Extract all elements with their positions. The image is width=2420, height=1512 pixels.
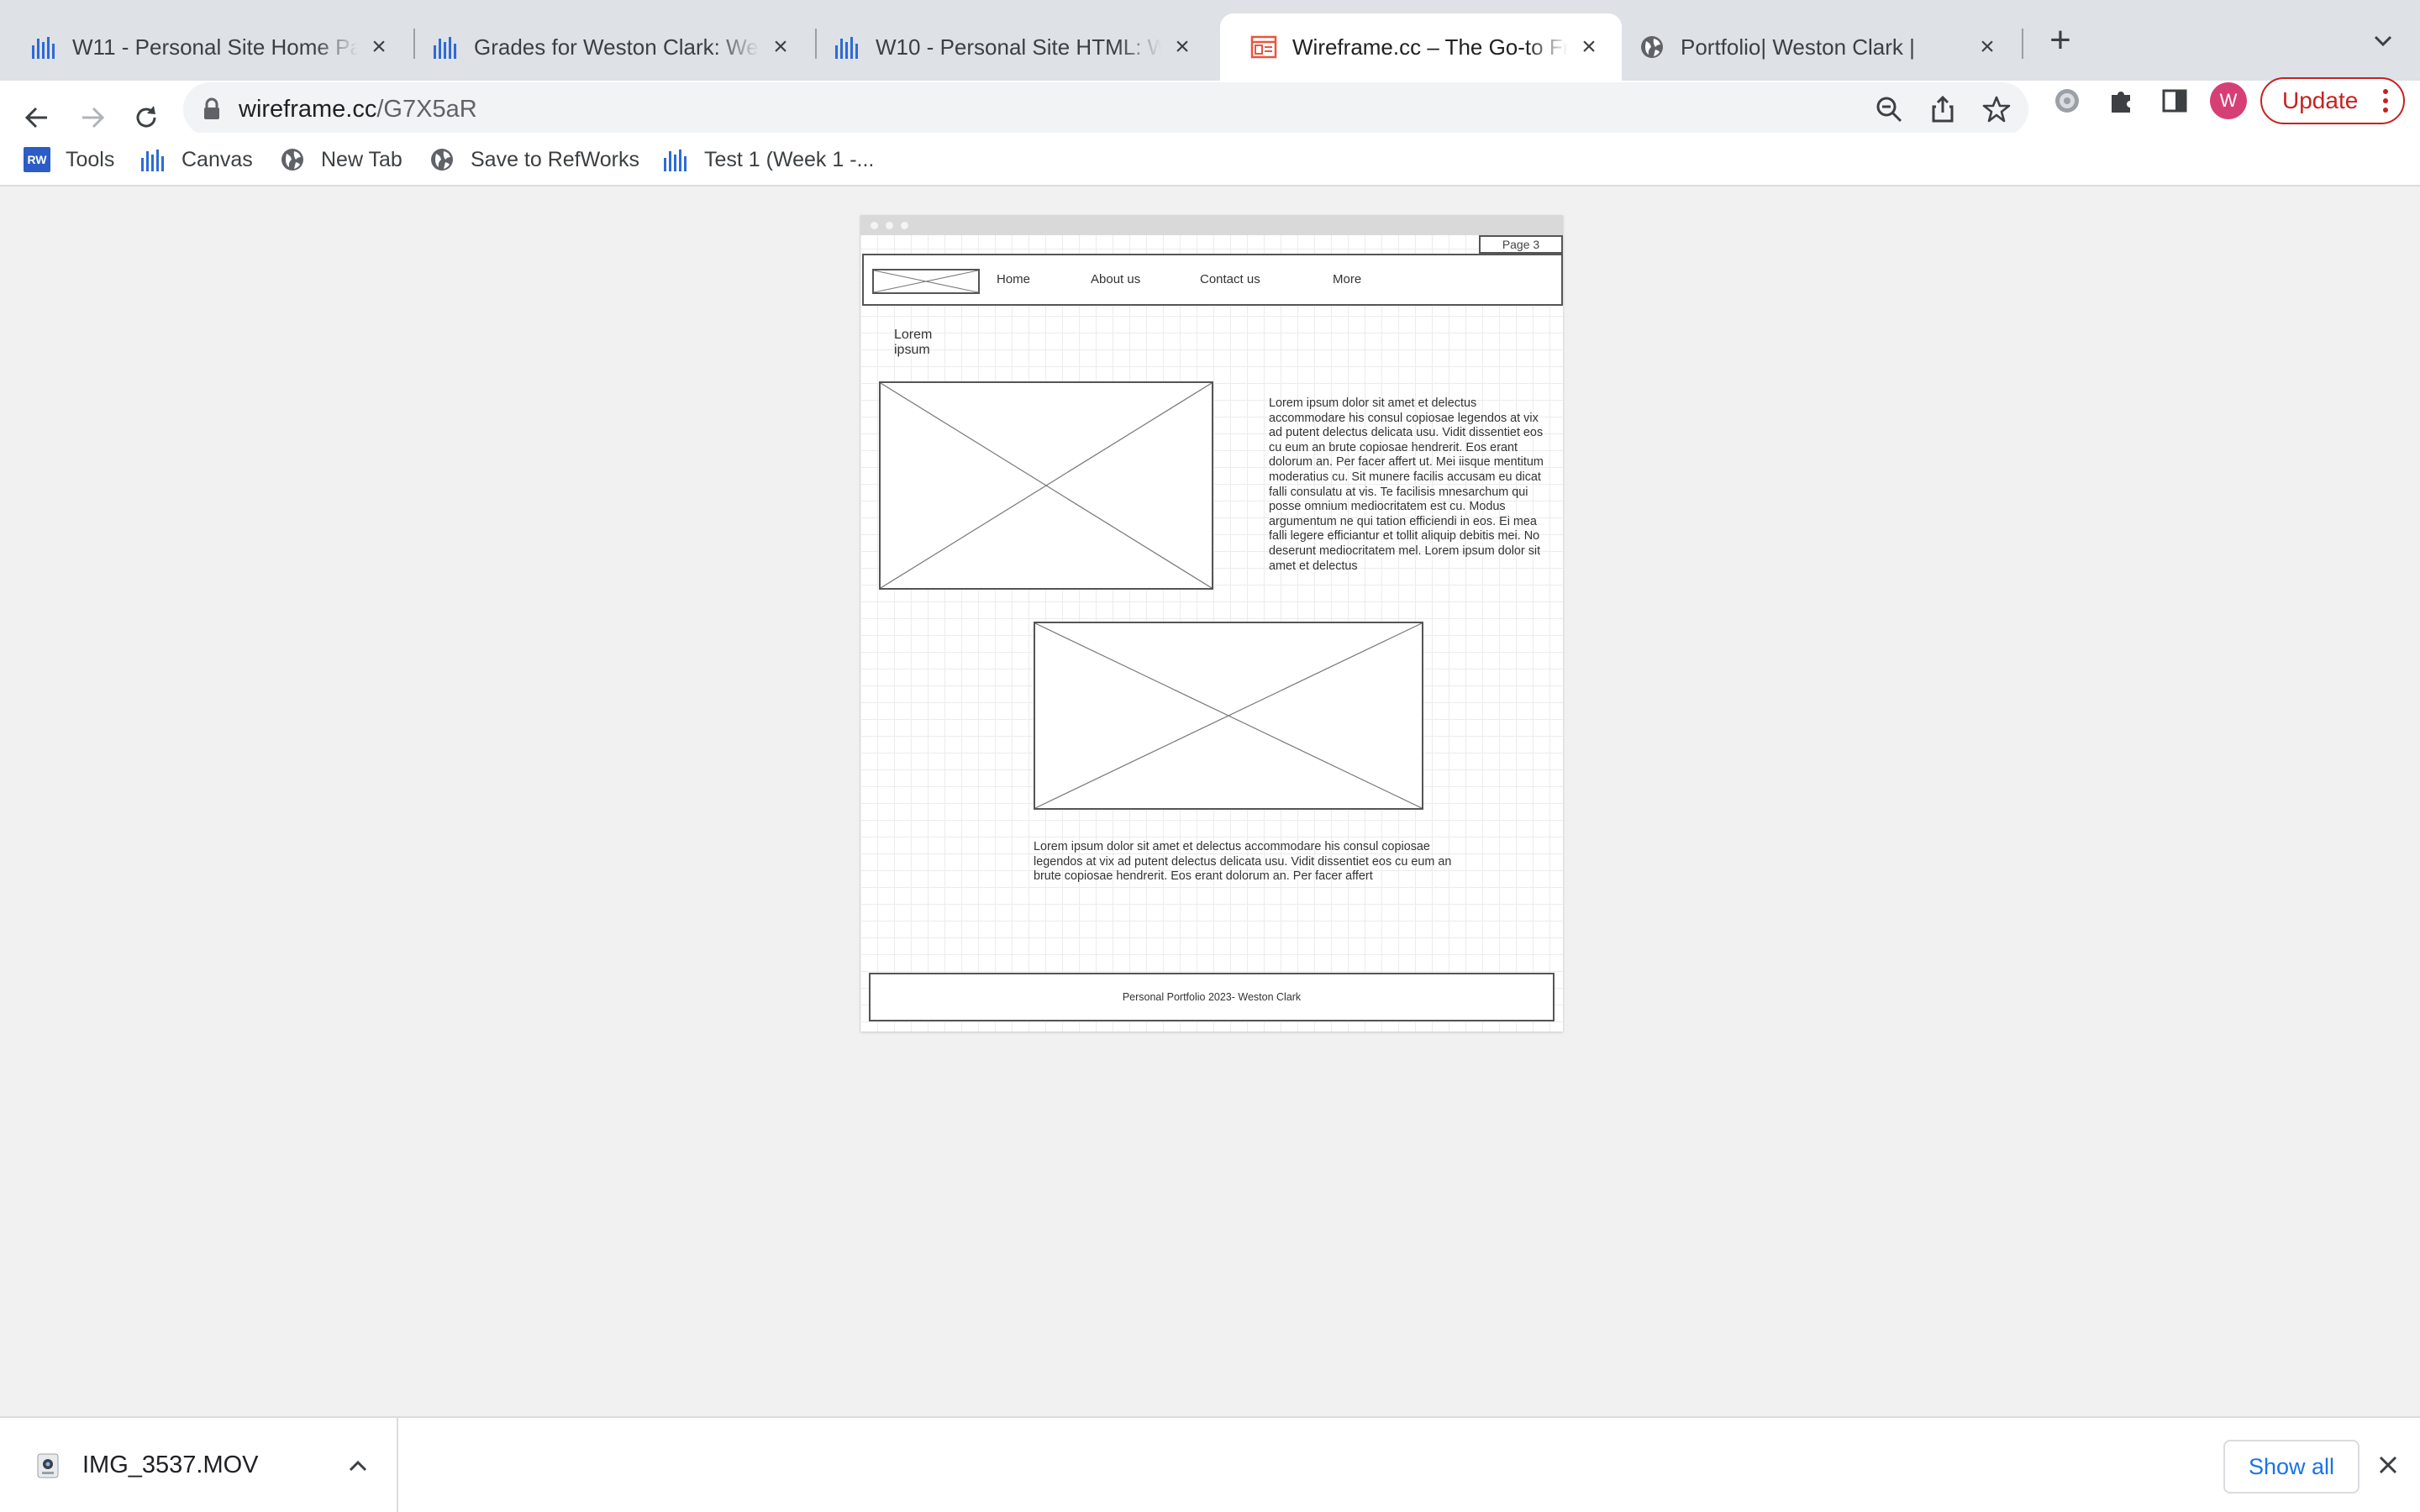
extensions-puzzle-icon[interactable] xyxy=(2104,84,2138,118)
video-file-icon xyxy=(37,1453,59,1478)
tab-title: W11 - Personal Site Home Page xyxy=(72,34,358,60)
reload-icon[interactable] xyxy=(126,97,166,138)
extension-gear-icon[interactable] xyxy=(2050,84,2084,118)
bookmark-new-tab[interactable]: New Tab xyxy=(279,144,402,175)
canvas-icon xyxy=(432,34,459,60)
wireframe-icon xyxy=(1250,34,1277,60)
globe-icon xyxy=(1639,34,1665,60)
bookmark-label: Test 1 (Week 1 -... xyxy=(704,147,875,171)
tab-w11[interactable]: W11 - Personal Site Home Page × xyxy=(0,13,412,81)
canvas-icon xyxy=(834,34,860,60)
canvas-icon xyxy=(30,34,57,60)
lock-icon[interactable] xyxy=(202,97,222,121)
tab-portfolio[interactable]: Portfolio| Weston Clark | × xyxy=(1608,13,2020,81)
tab-title: W10 - Personal Site HTML: Wireframe xyxy=(876,34,1161,60)
update-label: Update xyxy=(2282,87,2359,113)
tab-title: Portfolio| Weston Clark | xyxy=(1681,34,1915,60)
globe-icon xyxy=(279,146,306,173)
window-dot xyxy=(886,222,893,229)
tab-title: Grades for Weston Clark: Web Development xyxy=(474,34,760,60)
close-icon[interactable] xyxy=(2376,1453,2400,1477)
bookmark-label: Save to RefWorks xyxy=(471,147,640,171)
bookmark-label: Tools xyxy=(66,147,115,171)
close-tab-icon[interactable]: × xyxy=(1576,34,1602,60)
wireframe-window-bar xyxy=(860,215,1563,235)
url-domain: wireframe.cc xyxy=(239,96,377,123)
image-placeholder[interactable] xyxy=(879,381,1213,590)
profile-avatar[interactable]: W xyxy=(2210,82,2247,119)
download-item[interactable]: IMG_3537.MOV xyxy=(0,1418,398,1512)
window-dot xyxy=(871,222,878,229)
more-menu-icon[interactable] xyxy=(2383,87,2388,114)
url-text[interactable]: wireframe.cc/G7X5aR xyxy=(239,96,477,123)
side-panel-icon[interactable] xyxy=(2158,84,2191,118)
bookmarks-bar: RW Tools Canvas New Tab Save to RefWorks… xyxy=(0,133,2420,186)
tab-wireframe[interactable]: Wireframe.cc – The Go-to Free Wireframe … xyxy=(1220,13,1622,81)
url-path: /G7X5aR xyxy=(376,96,477,123)
bookmark-canvas[interactable]: Canvas xyxy=(139,144,253,175)
paragraph-2[interactable]: Lorem ipsum dolor sit amet et delectus a… xyxy=(1034,840,1454,885)
close-tab-icon[interactable]: × xyxy=(1170,34,1195,60)
wireframe-footer[interactable]: Personal Portfolio 2023- Weston Clark xyxy=(869,973,1555,1021)
wireframe-navbar[interactable]: Home About us Contact us More xyxy=(862,254,1563,306)
close-tab-icon[interactable]: × xyxy=(1975,34,2000,60)
image-placeholder[interactable] xyxy=(1034,622,1423,810)
tab-separator xyxy=(2022,29,2023,59)
forward-icon[interactable] xyxy=(72,97,113,138)
tab-search-chevron-icon[interactable] xyxy=(2368,25,2398,55)
chevron-up-icon[interactable] xyxy=(346,1457,370,1475)
logo-placeholder[interactable] xyxy=(872,269,980,294)
bookmark-test-1[interactable]: Test 1 (Week 1 -... xyxy=(662,144,874,175)
canvas-icon xyxy=(662,146,689,173)
new-tab-icon[interactable]: + xyxy=(2042,22,2079,59)
close-tab-icon[interactable]: × xyxy=(768,34,793,60)
paragraph-1[interactable]: Lorem ipsum dolor sit amet et delectus a… xyxy=(1269,396,1546,574)
nav-more[interactable]: More xyxy=(1333,272,1361,286)
bookmark-label: New Tab xyxy=(321,147,402,171)
bookmark-label: Canvas xyxy=(182,147,253,171)
address-bar[interactable]: wireframe.cc/G7X5aR xyxy=(183,82,2028,136)
wireframe-canvas[interactable]: Page 3 Home About us Contact us More Lor… xyxy=(860,215,1563,1032)
window-dot xyxy=(901,222,908,229)
bookmark-star-icon[interactable] xyxy=(1981,94,2012,124)
nav-home[interactable]: Home xyxy=(997,272,1030,286)
bookmark-tools[interactable]: RW Tools xyxy=(24,144,114,175)
page-tab[interactable]: Page 3 xyxy=(1479,235,1563,254)
bookmark-save-to-refworks[interactable]: Save to RefWorks xyxy=(429,144,639,175)
page-content: Page 3 Home About us Contact us More Lor… xyxy=(0,186,2420,1416)
download-shelf: IMG_3537.MOV Show all xyxy=(0,1416,2420,1512)
nav-contact-us[interactable]: Contact us xyxy=(1200,272,1260,286)
back-icon[interactable] xyxy=(17,97,57,138)
tab-strip: W11 - Personal Site Home Page × Grades f… xyxy=(0,0,2420,81)
canvas-icon xyxy=(139,146,166,173)
wireframe-heading[interactable]: Lorem ipsum xyxy=(894,328,944,358)
tab-title: Wireframe.cc – The Go-to Free Wireframe … xyxy=(1292,34,1568,60)
download-file-name: IMG_3537.MOV xyxy=(82,1452,259,1478)
show-all-button[interactable]: Show all xyxy=(2223,1440,2360,1494)
nav-about-us[interactable]: About us xyxy=(1091,272,1140,286)
globe-icon xyxy=(429,146,455,173)
tab-grades[interactable]: Grades for Weston Clark: Web Development… xyxy=(402,13,813,81)
share-icon[interactable] xyxy=(1928,94,1958,124)
refworks-icon: RW xyxy=(24,146,50,173)
update-button[interactable]: Update xyxy=(2260,77,2405,124)
tab-w10[interactable]: W10 - Personal Site HTML: Wireframe × xyxy=(803,13,1215,81)
close-tab-icon[interactable]: × xyxy=(366,34,392,60)
zoom-icon[interactable] xyxy=(1874,94,1904,124)
